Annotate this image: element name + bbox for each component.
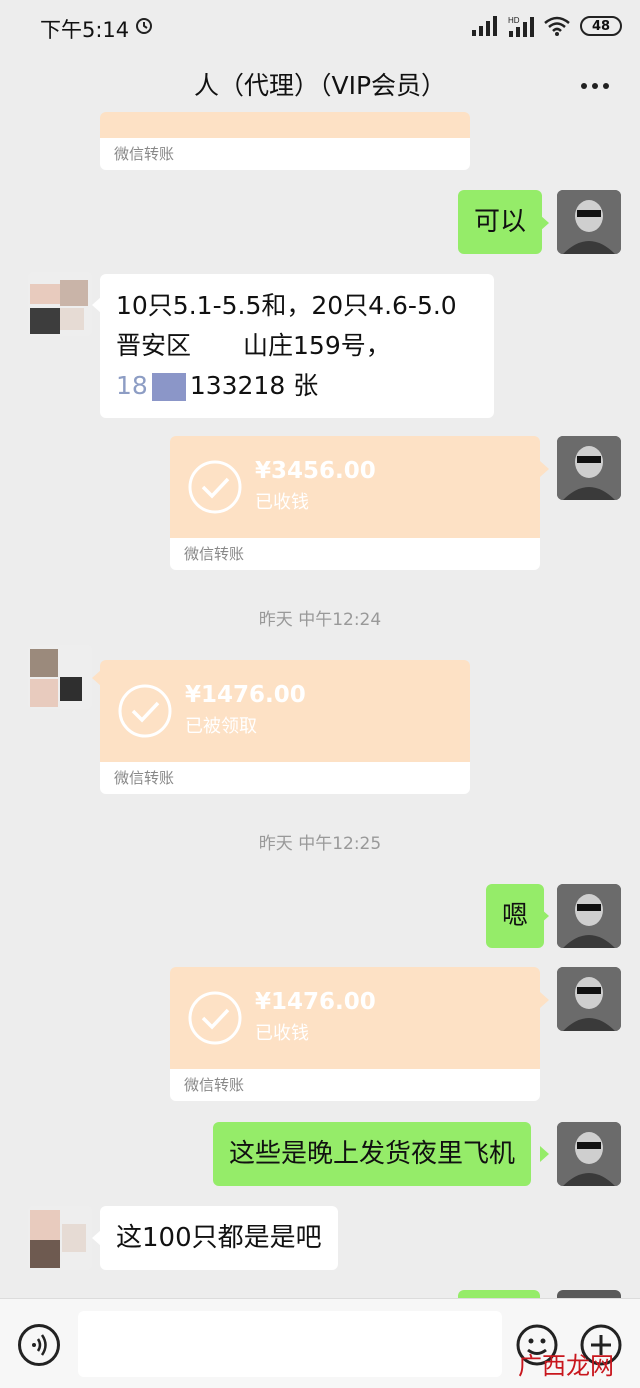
check-circle-icon	[118, 684, 172, 738]
bubble-tail	[540, 908, 549, 924]
message-bubble-mine[interactable]: 嗯	[486, 884, 545, 948]
bubble-tail	[540, 1146, 549, 1162]
timestamp: 昨天 中午12:24	[258, 610, 382, 630]
my-avatar[interactable]	[557, 1122, 621, 1186]
check-circle-icon	[188, 991, 242, 1045]
message-bubble-contact[interactable]: 10只5.1-5.5和，20只4.6-5.0 晋安区 山庄159号， 18 1332…	[100, 274, 494, 418]
transfer-label: 微信转账	[100, 138, 470, 170]
svg-text:HD: HD	[508, 16, 520, 25]
transfer-amount: ¥1476.00	[255, 989, 376, 1015]
signal-icon	[472, 16, 497, 36]
transfer-status: 已收钱	[255, 1023, 309, 1044]
bubble-tail	[540, 215, 549, 231]
user-photo-icon	[557, 436, 621, 500]
status-icons: HD 48	[472, 14, 622, 38]
message-text: 晋安区	[116, 331, 192, 360]
more-options-icon[interactable]	[580, 82, 610, 90]
battery-indicator: 48	[580, 16, 622, 36]
status-bar: 下午5:14 HD 48	[0, 0, 640, 52]
my-avatar[interactable]	[557, 436, 621, 500]
blurred-photo-icon	[28, 1206, 92, 1270]
user-photo-icon	[557, 190, 621, 254]
status-time: 下午5:14	[40, 18, 130, 42]
my-avatar-partial	[557, 1290, 621, 1298]
contact-avatar[interactable]	[28, 645, 92, 709]
transfer-label: 微信转账	[100, 762, 470, 794]
transfer-amount: ¥1476.00	[185, 682, 306, 708]
my-avatar[interactable]	[557, 190, 621, 254]
chat-title: 人（代理）（VIP会员）	[193, 71, 447, 100]
user-photo-icon	[557, 884, 621, 948]
message-line: 10只5.1-5.5和，20只4.6-5.0	[116, 291, 457, 320]
user-photo-icon	[557, 967, 621, 1031]
transfer-card-partial[interactable]: 微信转账	[100, 112, 470, 170]
bubble-tail	[540, 461, 549, 477]
transfer-label: 微信转账	[170, 1069, 540, 1101]
transfer-card[interactable]: ¥1476.00 已收钱 微信转账	[170, 967, 540, 1101]
my-avatar[interactable]	[557, 884, 621, 948]
message-bubble-mine[interactable]: 可以	[458, 190, 543, 254]
contact-avatar[interactable]	[28, 1206, 92, 1270]
blurred-photo-icon	[28, 272, 92, 336]
blurred-photo-icon	[28, 645, 92, 709]
voice-input-button[interactable]	[18, 1324, 60, 1366]
watermark-logo: 广西龙网	[518, 1352, 614, 1380]
transfer-status: 已被领取	[185, 716, 257, 737]
wifi-icon	[544, 16, 570, 36]
message-bubble-contact[interactable]: 这100只都是是吧	[100, 1206, 338, 1270]
message-text: 山庄159号，	[243, 331, 391, 360]
signal-hd-icon: HD	[508, 16, 534, 37]
message-text: 嗯	[502, 901, 529, 931]
message-line: 晋安区 山庄159号，	[116, 326, 391, 366]
message-text: 这些是晚上发货夜里飞机	[229, 1139, 516, 1169]
transfer-amount: ¥3456.00	[255, 458, 376, 484]
transfer-card[interactable]: ¥1476.00 已被领取 微信转账	[100, 660, 470, 794]
message-bubble-mine-partial	[458, 1290, 540, 1298]
message-text: 可以	[474, 207, 527, 237]
redaction-block	[151, 373, 186, 401]
chat-header: 人（代理）（VIP会员）	[0, 52, 640, 116]
transfer-label: 微信转账	[170, 538, 540, 570]
alarm-icon	[136, 18, 152, 34]
contact-avatar[interactable]	[28, 272, 92, 336]
timestamp: 昨天 中午12:25	[258, 834, 382, 854]
transfer-card[interactable]: ¥3456.00 已收钱 微信转账	[170, 436, 540, 570]
message-line: 18 133218 张	[116, 366, 318, 406]
voice-icon	[32, 1334, 47, 1356]
message-input[interactable]	[78, 1311, 502, 1377]
message-text: 133218 张	[189, 371, 319, 400]
message-text: 18	[116, 371, 148, 400]
bubble-tail	[540, 992, 549, 1008]
check-circle-icon	[188, 460, 242, 514]
my-avatar[interactable]	[557, 967, 621, 1031]
message-bubble-mine[interactable]: 这些是晚上发货夜里飞机	[213, 1122, 532, 1186]
transfer-status: 已收钱	[255, 492, 309, 513]
user-photo-icon	[557, 1122, 621, 1186]
message-text: 这100只都是是吧	[116, 1223, 322, 1253]
